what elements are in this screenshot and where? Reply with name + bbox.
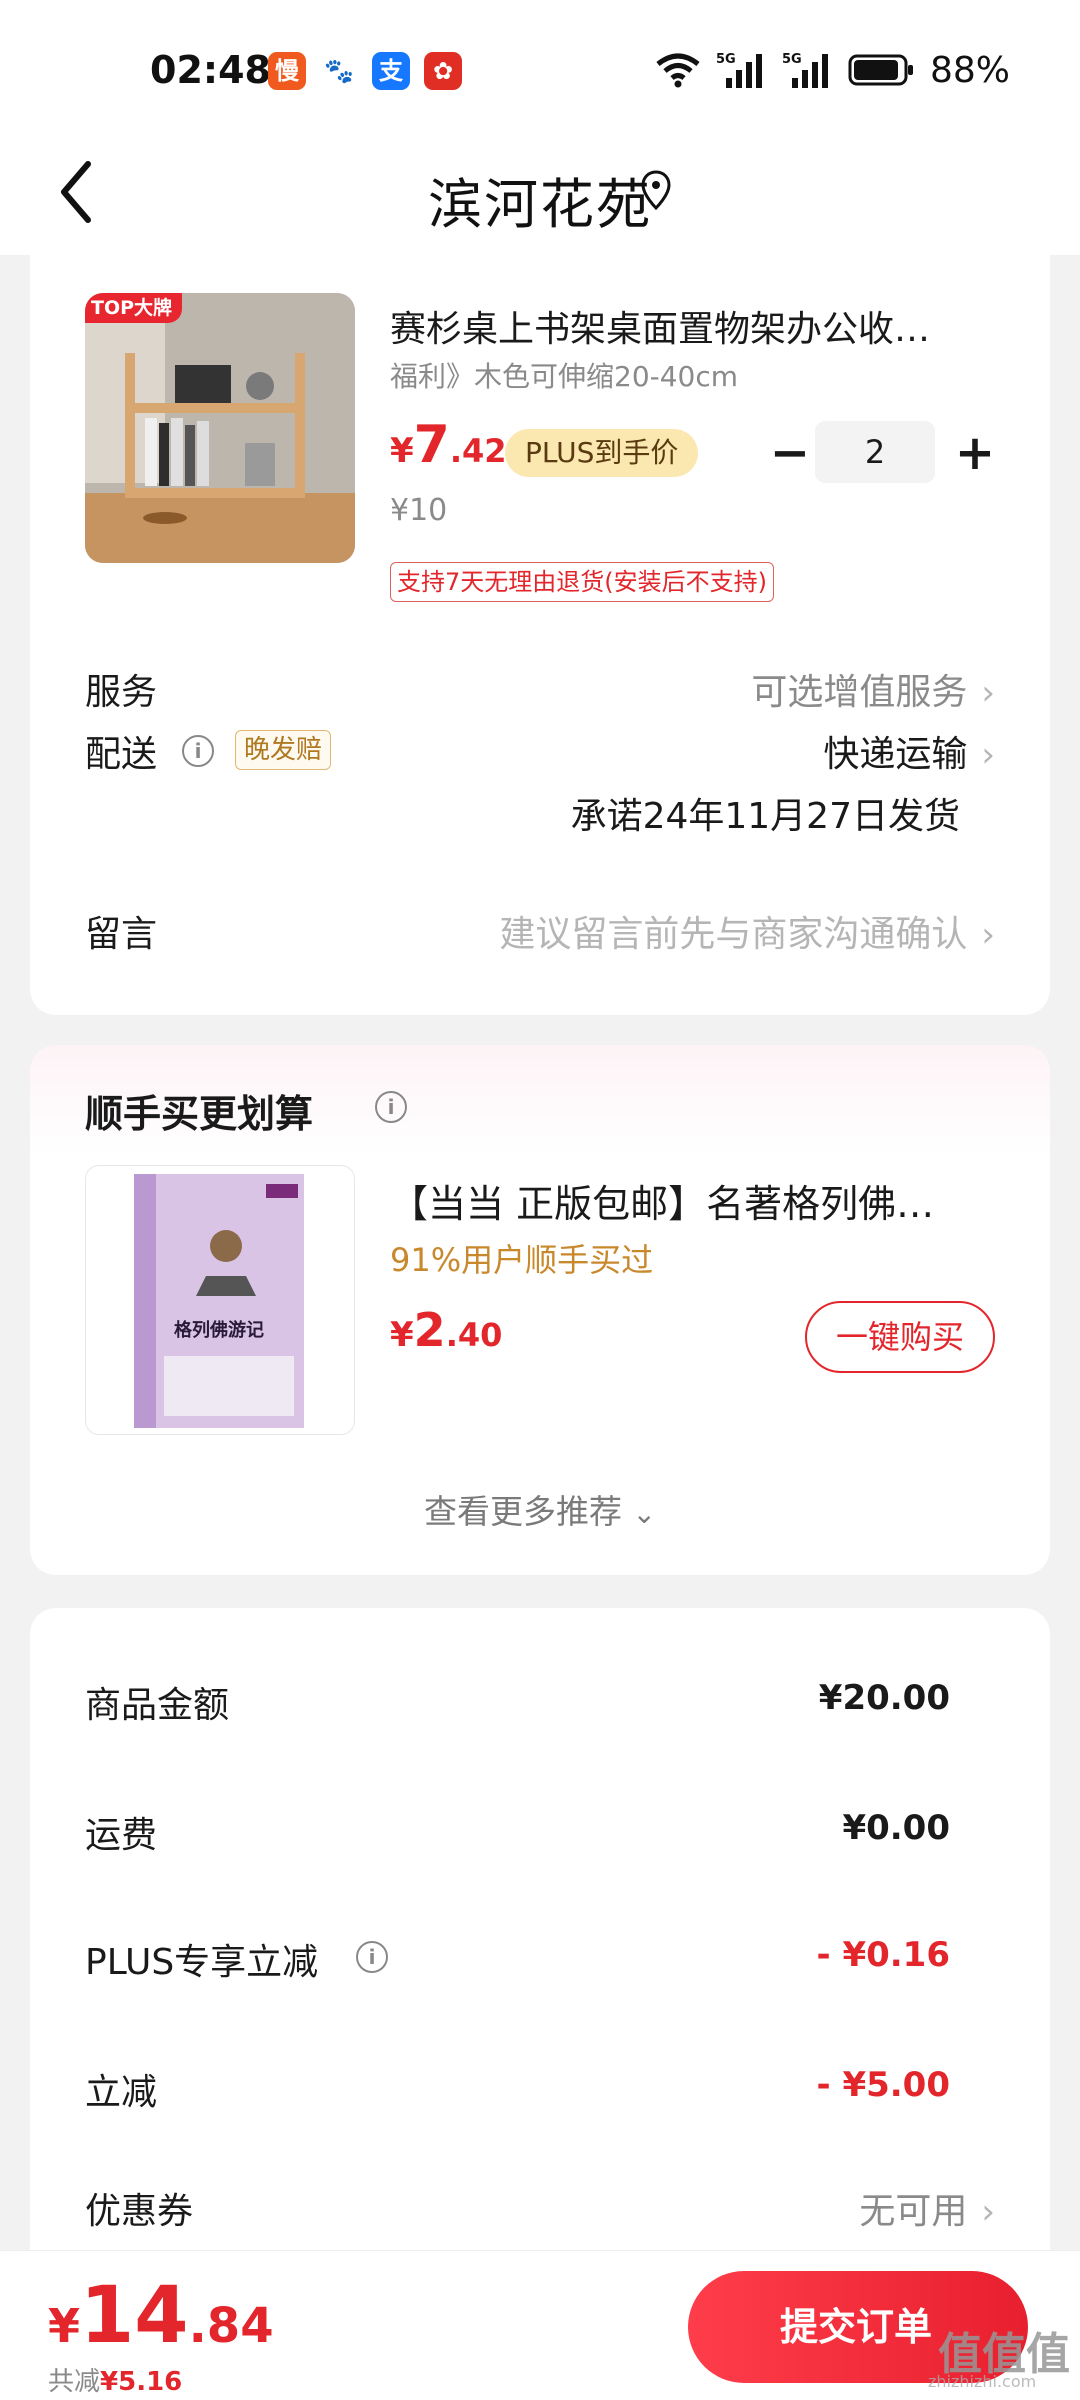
return-policy-tag: 支持7天无理由退货(安装后不支持) bbox=[390, 562, 774, 602]
product-card: TOP大牌 赛杉桌上书架桌面置物架办公收… 福利》木色可伸缩20-40cm ¥7… bbox=[30, 255, 1050, 1015]
plus-discount-label: PLUS专享立减 bbox=[85, 1942, 319, 1983]
quantity-decrease-button[interactable]: − bbox=[760, 425, 820, 481]
info-icon[interactable]: i bbox=[182, 735, 214, 767]
book-title-text: 格列佛游记 bbox=[174, 1319, 264, 1341]
goods-amount-value: ¥20.00 bbox=[818, 1678, 950, 1718]
location-pin-icon[interactable] bbox=[640, 166, 672, 216]
quantity-increase-button[interactable]: + bbox=[945, 425, 1005, 481]
book-cover-illustration: 格列佛游记 bbox=[134, 1174, 304, 1428]
chevron-right-icon: › bbox=[981, 735, 995, 775]
shipping-value: ¥0.00 bbox=[842, 1808, 950, 1848]
coupon-label: 优惠券 bbox=[85, 2191, 194, 2232]
chevron-down-icon: ⌄ bbox=[632, 1497, 656, 1530]
product-price: ¥7.42 bbox=[390, 415, 507, 475]
alipay-icon: 支 bbox=[372, 52, 410, 90]
baidu-icon: 🐾 bbox=[320, 52, 358, 90]
total-price: ¥14.84 bbox=[48, 2271, 274, 2361]
recommend-item-name[interactable]: 【当当 正版包邮】名著格列佛… bbox=[390, 1173, 1030, 1228]
total-integer: 14 bbox=[80, 2271, 189, 2361]
status-bar: 02:48 慢 🐾 支 ✿ 5G 5G 88% bbox=[0, 0, 1080, 130]
late-compensation-tag: 晚发赔 bbox=[235, 730, 332, 770]
product-title[interactable]: 赛杉桌上书架桌面置物架办公收… bbox=[390, 300, 1010, 352]
status-time: 02:48 bbox=[150, 48, 271, 92]
price-symbol: ¥ bbox=[390, 1315, 414, 1355]
address-title[interactable]: 滨河花苑 bbox=[0, 160, 1080, 239]
top-brand-badge: TOP大牌 bbox=[85, 293, 183, 323]
message-input-row[interactable]: 建议留言前先与商家沟通确认 › bbox=[499, 905, 995, 957]
total-saved: 共减¥5.16 bbox=[48, 2361, 182, 2398]
status-indicators: 5G 5G 88% bbox=[656, 48, 1010, 92]
signal-5g-icon: 5G bbox=[782, 52, 828, 88]
recommend-item-subtitle: 91%用户顺手买过 bbox=[390, 1241, 654, 1279]
product-image[interactable]: TOP大牌 bbox=[85, 293, 355, 563]
service-row[interactable]: 可选增值服务 › bbox=[751, 663, 995, 715]
delivery-row[interactable]: 快递运输 › bbox=[823, 725, 995, 777]
coupon-value: 无可用 bbox=[859, 2191, 968, 2232]
recommend-title: 顺手买更划算 bbox=[85, 1083, 313, 1138]
price-symbol: ¥ bbox=[390, 431, 414, 471]
chevron-right-icon: › bbox=[981, 915, 995, 955]
info-icon[interactable]: i bbox=[356, 1941, 388, 1973]
battery-icon bbox=[848, 54, 913, 86]
battery-percentage: 88% bbox=[929, 49, 1010, 91]
recommend-card: 顺手买更划算 i 格列佛游记 【当当 正版包邮】名著格列佛… 91%用户顺手买过… bbox=[30, 1045, 1050, 1575]
svg-text:5G: 5G bbox=[716, 52, 736, 67]
total-decimal: .84 bbox=[188, 2298, 274, 2354]
one-click-buy-button[interactable]: 一键购买 bbox=[805, 1301, 995, 1373]
watermark-url: zhizhizhi.com bbox=[928, 2372, 1037, 2391]
message-label: 留言 bbox=[85, 914, 158, 955]
price-integer: 7 bbox=[413, 415, 450, 475]
goods-amount-label: 商品金额 bbox=[85, 1685, 230, 1726]
price-integer: 2 bbox=[413, 1303, 446, 1357]
discount-label: 立减 bbox=[85, 2072, 158, 2113]
price-summary-card: 商品金额 ¥20.00 运费 ¥0.00 PLUS专享立减 i - ¥0.16 … bbox=[30, 1608, 1050, 2308]
chevron-right-icon: › bbox=[981, 2192, 995, 2232]
bookshelf-illustration bbox=[85, 293, 355, 563]
svg-text:5G: 5G bbox=[782, 52, 802, 67]
price-decimal: .42 bbox=[449, 432, 507, 470]
more-recommendations-link[interactable]: 查看更多推荐 ⌄ bbox=[30, 1485, 1050, 1533]
delivery-label: 配送 bbox=[85, 734, 158, 775]
saved-amount: ¥5.16 bbox=[100, 2367, 183, 2397]
bottom-checkout-bar: ¥14.84 共减¥5.16 提交订单 bbox=[0, 2250, 1080, 2400]
info-icon[interactable]: i bbox=[375, 1091, 407, 1123]
more-recommendations-label: 查看更多推荐 bbox=[424, 1492, 623, 1531]
service-label: 服务 bbox=[85, 672, 158, 713]
message-placeholder: 建议留言前先与商家沟通确认 bbox=[499, 914, 968, 955]
taobao-special-icon: 慢 bbox=[268, 52, 306, 90]
plus-discount-value: - ¥0.16 bbox=[816, 1935, 951, 1975]
header: 滨河花苑 bbox=[0, 130, 1080, 255]
product-spec[interactable]: 福利》木色可伸缩20-40cm bbox=[390, 355, 738, 395]
quantity-input[interactable]: 2 bbox=[815, 421, 935, 483]
pdd-icon: ✿ bbox=[424, 52, 462, 90]
service-value: 可选增值服务 bbox=[751, 672, 968, 713]
saved-label: 共减 bbox=[48, 2367, 101, 2397]
shipping-label: 运费 bbox=[85, 1815, 158, 1856]
discount-value: - ¥5.00 bbox=[816, 2065, 951, 2105]
delivery-promise: 承诺24年11月27日发货 bbox=[570, 796, 960, 837]
original-price: ¥10 bbox=[390, 493, 448, 528]
recommend-product-image[interactable]: 格列佛游记 bbox=[85, 1165, 355, 1435]
chevron-right-icon: › bbox=[981, 673, 995, 713]
price-decimal: .40 bbox=[445, 1316, 503, 1354]
delivery-value: 快递运输 bbox=[823, 734, 968, 775]
recommend-title-text: 顺手买更划算 bbox=[85, 1092, 314, 1136]
recommend-item-price: ¥2.40 bbox=[390, 1303, 502, 1357]
wifi-icon bbox=[656, 53, 700, 88]
coupon-row[interactable]: 无可用 › bbox=[859, 2182, 995, 2234]
price-symbol: ¥ bbox=[48, 2299, 81, 2353]
plus-price-tag: PLUS到手价 bbox=[505, 429, 699, 477]
signal-5g-icon: 5G bbox=[716, 52, 762, 88]
